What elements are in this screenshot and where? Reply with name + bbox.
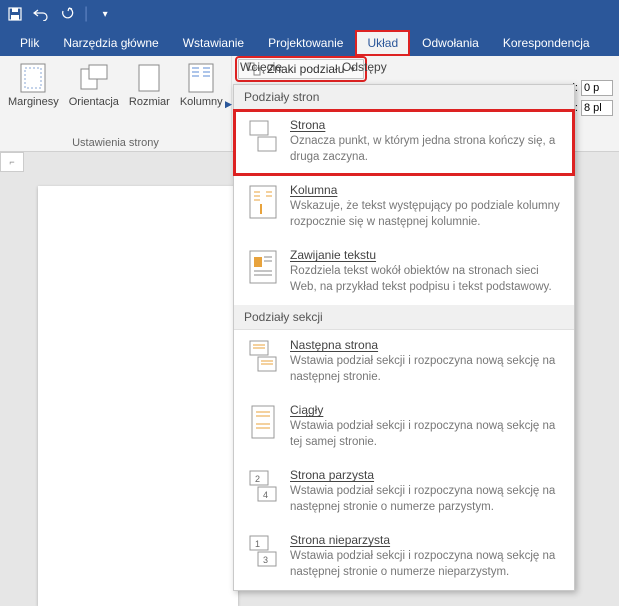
page-setup-group-label: Ustawienia strony [6, 135, 225, 149]
columns-icon [185, 62, 217, 94]
indent-label: Wcięcie [240, 60, 282, 74]
svg-text:3: 3 [263, 555, 268, 565]
quick-access-toolbar: | ▾ [0, 0, 619, 28]
menu-header-page-breaks: Podziały stron [234, 85, 574, 110]
margins-icon [17, 62, 49, 94]
margins-button[interactable]: Marginesy [6, 60, 61, 135]
menu-item-text-wrapping[interactable]: Zawijanie tekstu Rozdziela tekst wokół o… [234, 240, 574, 305]
tab-design[interactable]: Projektowanie [256, 30, 355, 56]
menu-item-title: Następna strona [290, 338, 562, 352]
menu-item-next-page[interactable]: ▶ Następna strona Wstawia podział sekcji… [234, 330, 574, 395]
menu-item-continuous[interactable]: Ciągły Wstawia podział sekcji i rozpoczy… [234, 395, 574, 460]
caret-icon: ▶ [225, 99, 232, 110]
tab-insert[interactable]: Wstawianie [171, 30, 256, 56]
menu-header-section-breaks: Podziały sekcji [234, 305, 574, 330]
menu-item-page[interactable]: ▶ Strona Oznacza punkt, w którym jedna s… [234, 110, 574, 175]
menu-item-title: Zawijanie tekstu [290, 248, 562, 262]
menu-item-desc: Wstawia podział sekcji i rozpoczyna nową… [290, 354, 562, 385]
tab-layout[interactable]: Układ [355, 30, 410, 56]
menu-item-desc: Wskazuje, że tekst występujący po podzia… [290, 199, 562, 230]
tab-file[interactable]: Plik [8, 30, 51, 56]
page-setup-group: Marginesy Orientacja Rozmiar Kolumny [0, 56, 232, 151]
menu-item-desc: Wstawia podział sekcji i rozpoczyna nową… [290, 419, 562, 450]
spacing-label: Odstępy [342, 60, 387, 74]
tab-references[interactable]: Odwołania [410, 30, 491, 56]
orientation-label: Orientacja [69, 96, 119, 108]
ribbon-tabs: Plik Narzędzia główne Wstawianie Projekt… [0, 28, 619, 56]
menu-item-desc: Rozdziela tekst wokół obiektów na strona… [290, 264, 562, 295]
menu-item-desc: Wstawia podział sekcji i rozpoczyna nową… [290, 549, 562, 580]
spin-after-input[interactable] [581, 100, 613, 116]
even-page-icon: 24 [246, 468, 280, 506]
menu-item-even-page[interactable]: 24 Strona parzysta Wstawia podział sekcj… [234, 460, 574, 525]
columns-button[interactable]: Kolumny [178, 60, 225, 135]
orientation-button[interactable]: Orientacja [67, 60, 121, 135]
svg-text:1: 1 [255, 539, 260, 549]
redo-icon[interactable] [56, 3, 78, 25]
margins-label: Marginesy [8, 96, 59, 108]
size-button[interactable]: Rozmiar [127, 60, 172, 135]
next-page-icon [246, 338, 280, 376]
odd-page-icon: 13 [246, 533, 280, 571]
page-canvas[interactable] [38, 186, 238, 606]
qat-customize-icon[interactable]: ▾ [94, 3, 116, 25]
ruler-corner: ⌐ [0, 152, 24, 172]
columns-label: Kolumny [180, 96, 223, 108]
svg-text:2: 2 [255, 474, 260, 484]
menu-item-title: Ciągły [290, 403, 562, 417]
undo-icon[interactable] [30, 3, 52, 25]
tab-home[interactable]: Narzędzia główne [51, 30, 170, 56]
continuous-icon [246, 403, 280, 441]
menu-item-desc: Oznacza punkt, w którym jedna strona koń… [290, 134, 562, 165]
orientation-icon [78, 62, 110, 94]
menu-item-title: Strona [290, 118, 562, 132]
menu-item-title: Strona nieparzysta [290, 533, 562, 547]
menu-item-desc: Wstawia podział sekcji i rozpoczyna nową… [290, 484, 562, 515]
tab-mailings[interactable]: Korespondencja [491, 30, 602, 56]
spin-before-input[interactable] [581, 80, 613, 96]
menu-item-column[interactable]: Kolumna Wskazuje, że tekst występujący p… [234, 175, 574, 240]
breaks-menu: Podziały stron ▶ Strona Oznacza punkt, w… [233, 84, 575, 591]
qat-separator: | [84, 5, 88, 23]
svg-text:4: 4 [263, 490, 268, 500]
menu-item-title: Kolumna [290, 183, 562, 197]
menu-item-odd-page[interactable]: 13 Strona nieparzysta Wstawia podział se… [234, 525, 574, 590]
text-wrapping-icon [246, 248, 280, 286]
menu-item-title: Strona parzysta [290, 468, 562, 482]
ribbon-right-labels: Wcięcie Odstępy [240, 60, 387, 74]
size-label: Rozmiar [129, 96, 170, 108]
column-break-icon [246, 183, 280, 221]
page-break-icon [246, 118, 280, 156]
size-icon [133, 62, 165, 94]
save-icon[interactable] [4, 3, 26, 25]
